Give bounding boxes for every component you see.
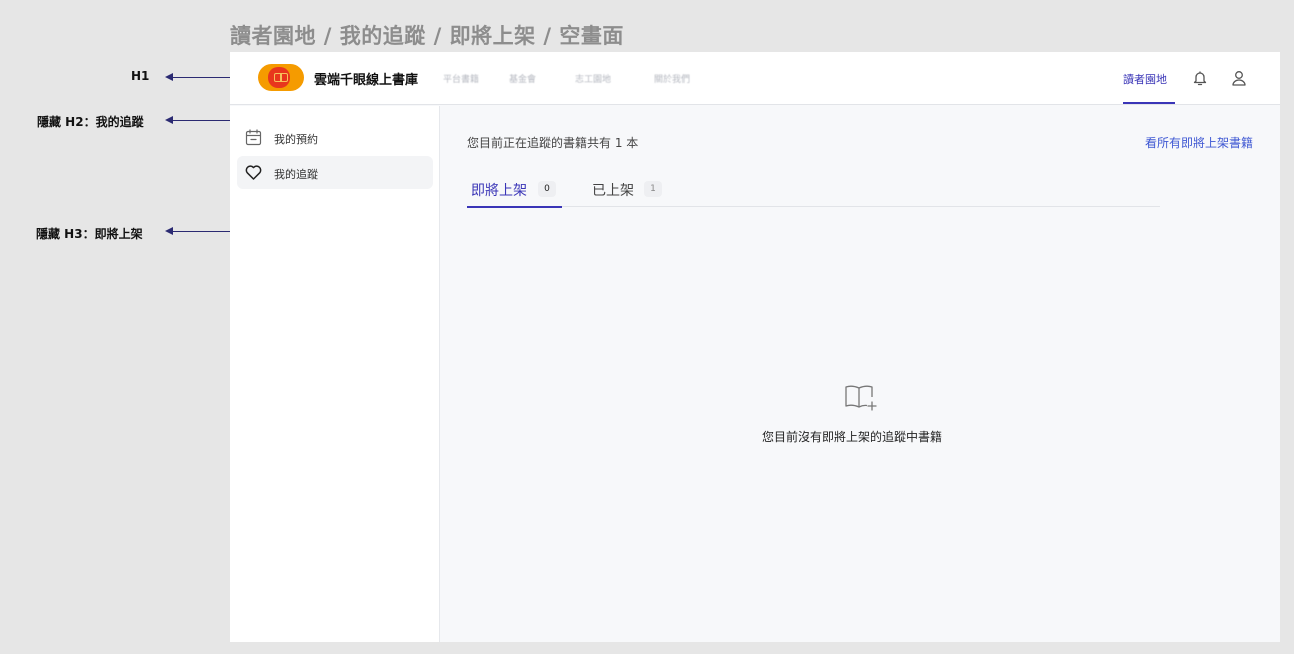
book-add-icon xyxy=(843,383,879,413)
tab-active-indicator xyxy=(467,206,562,208)
top-navigation: 雲端千眼線上書庫 平台書籍 基金會 志工園地 關於我們 讀者園地 xyxy=(230,52,1280,105)
following-count-text: 您目前正在追蹤的書籍共有 1 本 xyxy=(467,136,639,150)
nav-link-reader-area[interactable]: 讀者園地 xyxy=(1123,71,1167,87)
sidebar-item-following[interactable]: 我的追蹤 xyxy=(237,156,433,189)
user-icon[interactable] xyxy=(1230,69,1248,87)
book-logo-icon xyxy=(274,73,288,82)
tab-bar: 即將上架 0 已上架 1 xyxy=(467,169,1160,208)
tab-label: 即將上架 xyxy=(471,183,527,199)
empty-state-text: 您目前沒有即將上架的追蹤中書籍 xyxy=(762,430,943,444)
app-frame: 雲端千眼線上書庫 平台書籍 基金會 志工園地 關於我們 讀者園地 我的預約 我的… xyxy=(230,52,1280,642)
nav-link-volunteers[interactable]: 志工園地 xyxy=(575,72,611,85)
tab-published[interactable]: 已上架 1 xyxy=(585,169,675,207)
sidebar: 我的預約 我的追蹤 xyxy=(230,106,440,642)
calendar-icon xyxy=(245,129,262,146)
see-all-upcoming-link[interactable]: 看所有即將上架書籍 xyxy=(1145,134,1253,151)
heart-icon xyxy=(245,164,262,181)
annotation-label-h3: 隱藏 H3：即將上架 xyxy=(36,227,143,241)
tab-count-badge: 1 xyxy=(644,181,662,197)
nav-link-about[interactable]: 關於我們 xyxy=(654,72,690,85)
nav-link-platform-books[interactable]: 平台書籍 xyxy=(443,72,479,85)
sidebar-item-label: 我的預約 xyxy=(274,133,318,146)
sidebar-item-reservations[interactable]: 我的預約 xyxy=(237,121,433,154)
sidebar-item-label: 我的追蹤 xyxy=(274,168,318,181)
annotation-label-h2: 隱藏 H2：我的追蹤 xyxy=(37,115,144,129)
tab-count-badge: 0 xyxy=(538,181,556,197)
annotation-label-h1: H1 xyxy=(131,69,150,83)
tab-label: 已上架 xyxy=(592,183,634,199)
nav-link-foundation[interactable]: 基金會 xyxy=(509,72,536,85)
page-heading: 讀者園地 / 我的追蹤 / 即將上架 / 空畫面 xyxy=(230,24,624,48)
site-logo[interactable] xyxy=(258,64,304,91)
bell-icon[interactable] xyxy=(1191,69,1209,87)
site-name[interactable]: 雲端千眼線上書庫 xyxy=(314,69,418,88)
nav-active-indicator xyxy=(1123,102,1175,104)
tab-upcoming[interactable]: 即將上架 0 xyxy=(467,169,562,208)
